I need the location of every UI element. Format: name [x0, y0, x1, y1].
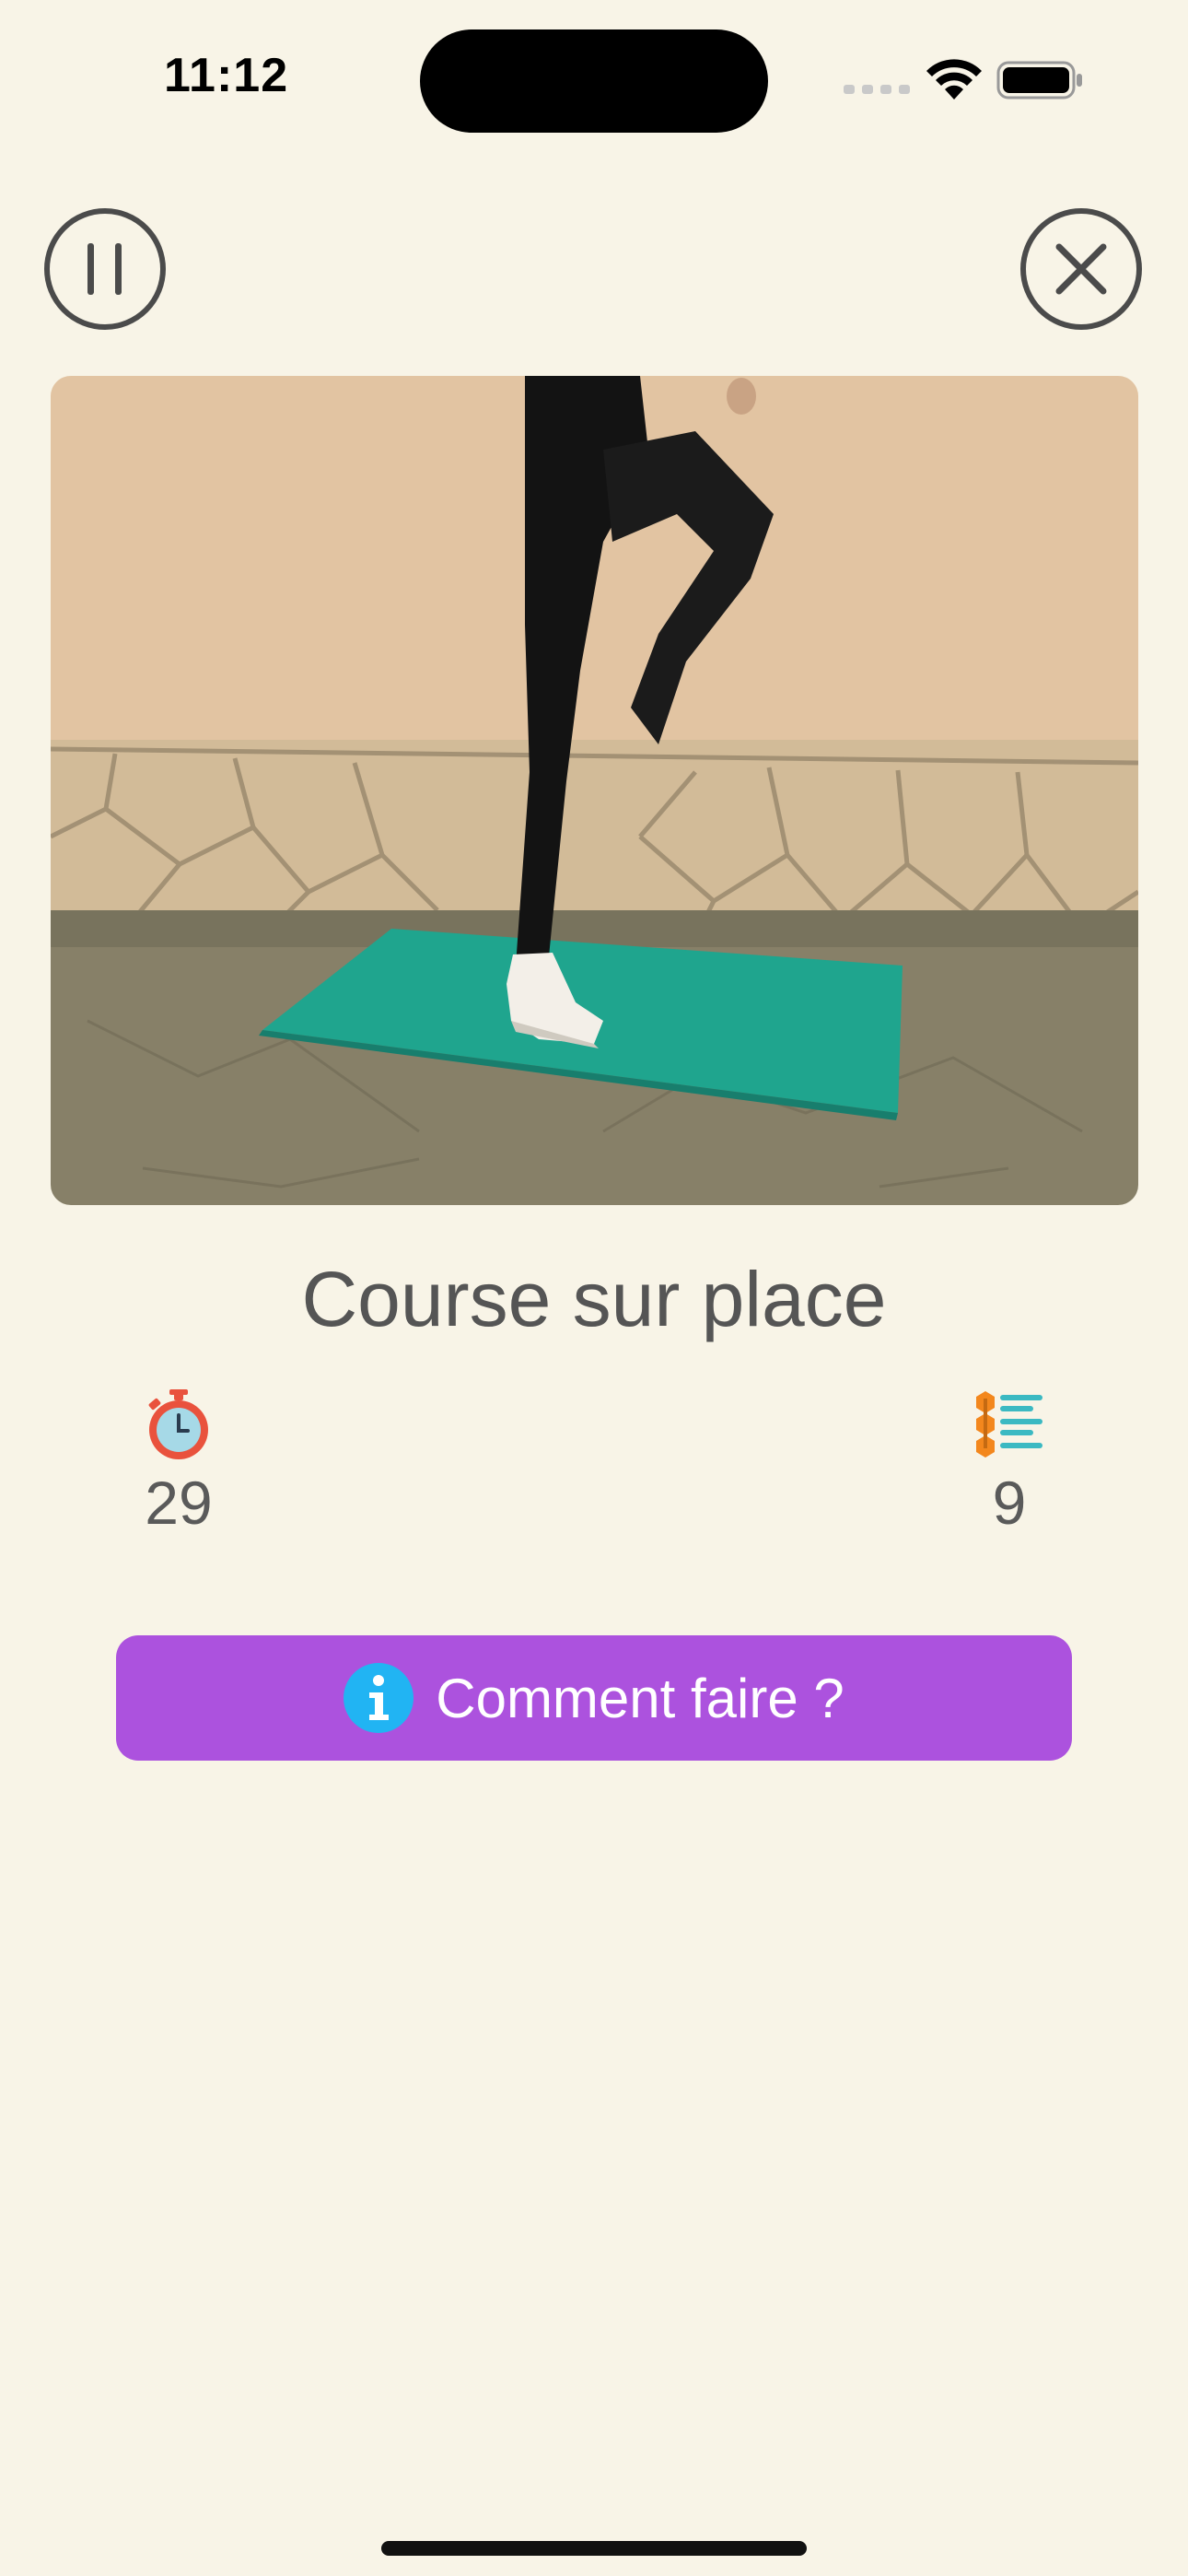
exercise-title: Course sur place [301, 1256, 887, 1342]
duration-stat: 29 [96, 1388, 262, 1544]
close-icon [1055, 243, 1107, 295]
pause-icon [87, 243, 122, 295]
dynamic-island [420, 29, 768, 133]
close-button[interactable] [1020, 208, 1142, 330]
exercise-video[interactable] [51, 376, 1138, 1205]
list-icon [976, 1391, 1042, 1458]
home-indicator[interactable] [381, 2541, 807, 2556]
status-icons [840, 55, 1089, 111]
cellular-signal-icon [844, 85, 910, 94]
how-to-button[interactable]: Comment faire ? [116, 1635, 1072, 1761]
how-to-label: Comment faire ? [436, 1667, 844, 1729]
pause-button[interactable] [44, 208, 166, 330]
info-icon [344, 1663, 414, 1733]
reps-value: 9 [992, 1469, 1027, 1537]
reps-stat: 9 [926, 1388, 1092, 1544]
status-time: 11:12 [164, 49, 289, 102]
stopwatch-icon [148, 1389, 208, 1459]
battery-icon [996, 61, 1082, 100]
exercise-video-frame [51, 376, 1138, 1205]
wifi-icon [926, 59, 982, 100]
duration-value: 29 [145, 1469, 213, 1537]
